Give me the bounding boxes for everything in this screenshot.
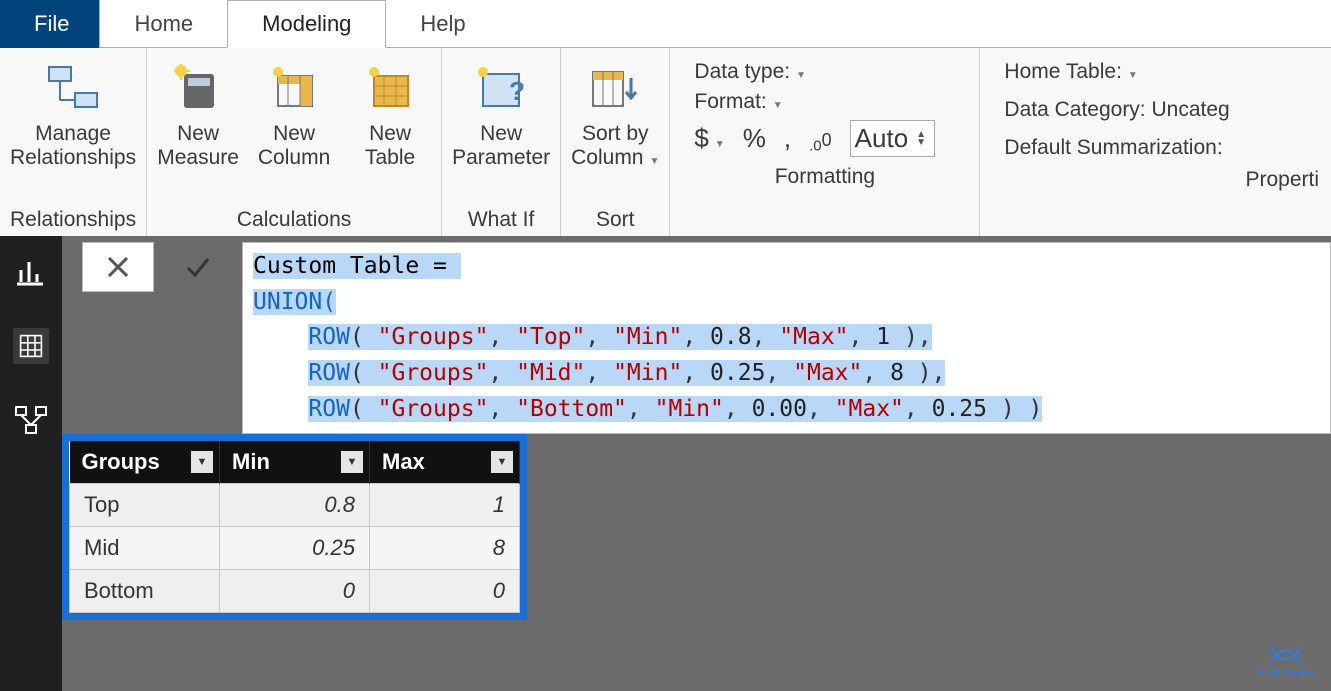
filter-dropdown-icon[interactable]: ▼	[341, 451, 363, 473]
formula-bar: Custom Table = UNION( ROW( "Groups", "To…	[82, 242, 1331, 434]
col-header-min-label: Min	[232, 449, 270, 474]
cell-max: 8	[370, 527, 520, 570]
sort-by-column-button[interactable]: Sort by Column	[571, 54, 659, 170]
table-icon	[362, 60, 418, 116]
relationships-icon	[45, 60, 101, 116]
manage-relationships-button[interactable]: Manage Relationships	[10, 54, 136, 170]
subscribe-badge[interactable]: SUBSCRIBE	[1257, 644, 1315, 679]
col-header-groups-label: Groups	[82, 449, 160, 474]
currency-button[interactable]: $	[694, 123, 724, 154]
spinner-arrows-icon[interactable]: ▲▼	[916, 131, 930, 147]
new-column-button[interactable]: New Column	[253, 54, 335, 170]
ribbon-group-sort: Sort by Column Sort	[561, 48, 670, 236]
cell-min: 0.25	[220, 527, 370, 570]
measure-icon	[170, 60, 226, 116]
group-label-calculations: Calculations	[237, 206, 351, 236]
tab-home[interactable]: Home	[100, 0, 227, 48]
check-icon	[184, 253, 212, 281]
tabstrip-filler	[500, 0, 1331, 48]
menu-tabstrip: File Home Modeling Help	[0, 0, 1331, 48]
work-pane: Custom Table = UNION( ROW( "Groups", "To…	[62, 236, 1331, 691]
col-header-max[interactable]: Max ▼	[370, 441, 520, 484]
default-summarization-dropdown[interactable]: Default Summarization:	[1004, 136, 1222, 160]
filter-dropdown-icon[interactable]: ▼	[191, 451, 213, 473]
percent-button[interactable]: %	[743, 123, 766, 154]
filter-dropdown-icon[interactable]: ▼	[491, 451, 513, 473]
dna-icon	[1269, 644, 1303, 666]
col-header-groups[interactable]: Groups ▼	[70, 441, 220, 484]
tab-file[interactable]: File	[0, 0, 100, 48]
thousands-button[interactable]: ,	[784, 123, 791, 154]
table-row[interactable]: Mid 0.25 8	[70, 527, 520, 570]
parameter-icon: ?	[473, 60, 529, 116]
datatype-dropdown[interactable]: Data type:	[694, 60, 806, 84]
cell-min: 0.8	[220, 484, 370, 527]
data-preview-table: Groups ▼ Min ▼ Max ▼ Top 0.8	[62, 434, 527, 620]
group-label-formatting: Formatting	[775, 163, 875, 193]
svg-text:?: ?	[509, 76, 525, 106]
new-measure-label: New Measure	[157, 122, 239, 170]
col-header-max-label: Max	[382, 449, 425, 474]
group-label-properties: Properti	[1245, 166, 1321, 196]
home-table-dropdown[interactable]: Home Table:	[1004, 60, 1137, 84]
new-parameter-button[interactable]: ? New Parameter	[452, 54, 550, 170]
cell-groups: Mid	[70, 527, 220, 570]
formula-cancel-button[interactable]	[82, 242, 154, 292]
cell-min: 0	[220, 570, 370, 613]
new-measure-button[interactable]: New Measure	[157, 54, 239, 170]
ribbon-group-whatif: ? New Parameter What If	[442, 48, 561, 236]
tab-help[interactable]: Help	[386, 0, 499, 48]
cell-max: 1	[370, 484, 520, 527]
group-label-sort: Sort	[596, 206, 635, 236]
manage-relationships-label: Manage Relationships	[10, 122, 136, 170]
ribbon-group-formatting: Data type: Format: $ % , .0.000 Auto ▲▼	[670, 48, 980, 236]
tab-modeling[interactable]: Modeling	[227, 0, 386, 48]
formula-editor[interactable]: Custom Table = UNION( ROW( "Groups", "To…	[242, 242, 1331, 434]
column-icon	[266, 60, 322, 116]
group-label-whatif: What If	[468, 206, 535, 236]
decimals-spinner[interactable]: Auto ▲▼	[850, 120, 936, 157]
formula-commit-button[interactable]	[162, 242, 234, 292]
data-category-dropdown[interactable]: Data Category: Uncateg	[1004, 98, 1229, 122]
model-view-button[interactable]	[13, 402, 49, 438]
table-row[interactable]: Top 0.8 1	[70, 484, 520, 527]
decimals-value: Auto	[855, 123, 909, 154]
new-column-label: New Column	[258, 122, 330, 170]
new-table-button[interactable]: New Table	[349, 54, 431, 170]
ribbon: Manage Relationships Relationships	[0, 48, 1331, 236]
new-parameter-label: New Parameter	[452, 122, 550, 170]
ribbon-group-calculations: New Measure New Column	[147, 48, 442, 236]
group-label-relationships: Relationships	[10, 206, 136, 236]
cell-groups: Top	[70, 484, 220, 527]
new-table-label: New Table	[365, 122, 415, 170]
data-view-button[interactable]	[13, 328, 49, 364]
cell-groups: Bottom	[70, 570, 220, 613]
sort-icon	[587, 60, 643, 116]
ribbon-group-relationships: Manage Relationships Relationships	[0, 48, 147, 236]
cell-max: 0	[370, 570, 520, 613]
decimals-button[interactable]: .0.000	[809, 130, 832, 155]
workspace: Custom Table = UNION( ROW( "Groups", "To…	[0, 236, 1331, 691]
col-header-min[interactable]: Min ▼	[220, 441, 370, 484]
subscribe-label: SUBSCRIBE	[1257, 668, 1315, 679]
ribbon-group-properties: Home Table: Data Category: Uncateg Defau…	[980, 48, 1331, 236]
sort-by-column-label: Sort by Column	[571, 122, 659, 170]
report-view-button[interactable]	[13, 254, 49, 290]
format-dropdown[interactable]: Format:	[694, 90, 782, 114]
view-navrail	[0, 236, 62, 691]
table-row[interactable]: Bottom 0 0	[70, 570, 520, 613]
close-icon	[105, 254, 131, 280]
